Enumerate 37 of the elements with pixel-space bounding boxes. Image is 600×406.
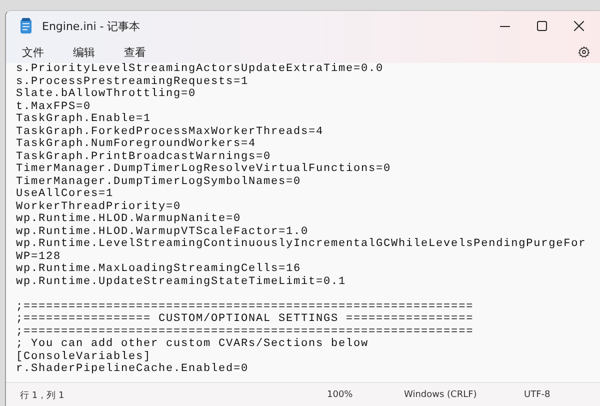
text-line: [ConsoleVariables] bbox=[16, 350, 152, 363]
text-line: wp.Runtime.LevelStreamingContinuouslyIncrementalGCWhileLevelsPendingPurgeFor bbox=[16, 238, 588, 250]
menu-item[interactable]: 编辑 bbox=[66, 42, 102, 62]
settings-button[interactable] bbox=[578, 46, 590, 58]
text-line: s.ProcessPrestreamingRequests=1 bbox=[16, 76, 250, 88]
text-line: wp.Runtime.MaxLoadingStreamingCells=16 bbox=[16, 263, 302, 276]
menu-item[interactable]: 查看 bbox=[117, 42, 153, 62]
text-line: WP=128 bbox=[16, 250, 62, 263]
text-line: r.ShaderPipelineCache.Enabled=0 bbox=[16, 363, 250, 376]
text-line: wp.Runtime.HLOD.WarmupVTScaleFactor=1.0 bbox=[16, 226, 310, 238]
text-line: TaskGraph.PrintBroadcastWarnings=0 bbox=[16, 150, 272, 163]
text-line: WorkerThreadPriority=0 bbox=[16, 200, 182, 213]
text-line: ;============================================================ bbox=[16, 326, 475, 338]
text-line: s.PriorityLevelStreamingActorsUpdateExtraTime=0.0 bbox=[16, 63, 385, 76]
line-ending: Windows (CRLF) bbox=[404, 390, 478, 400]
text-line: t.MaxFPS=0 bbox=[16, 100, 92, 113]
text-line: TaskGraph.NumForegroundWorkers=4 bbox=[16, 138, 258, 150]
notepad-icon bbox=[20, 18, 32, 34]
menu-item[interactable]: 文件 bbox=[15, 42, 51, 62]
encoding: UTF-8 bbox=[524, 390, 552, 400]
text-line: TaskGraph.ForkedProcessMaxWorkerThreads=4 bbox=[16, 126, 325, 138]
text-line: UseAllCores=1 bbox=[16, 188, 115, 200]
window-title: Engine.ini - 记事本 bbox=[42, 18, 142, 34]
text-line: wp.Runtime.UpdateStreamingStateTimeLimit=0.1 bbox=[16, 276, 348, 288]
close-icon bbox=[574, 21, 584, 31]
text-line: ;================= CUSTOM/OPTIONAL SETTINGS ================= bbox=[16, 313, 475, 326]
text-line: Slate.bAllowThrottling=0 bbox=[16, 88, 198, 100]
settings-icon bbox=[578, 46, 590, 58]
cursor-position: 行 1，列 1 bbox=[19, 390, 66, 402]
text-line: ;============================================================ bbox=[16, 300, 475, 313]
zoom-level: 100% bbox=[327, 390, 354, 400]
text-line: TaskGraph.Enable=1 bbox=[16, 113, 152, 126]
text-line: wp.Runtime.HLOD.WarmupNanite=0 bbox=[16, 213, 242, 226]
maximize-icon bbox=[536, 21, 546, 31]
text-line: ; You can add other custom CVARs/Sections below bbox=[16, 338, 370, 350]
text-line: TimerManager.DumpTimerLogSymbolNames=0 bbox=[16, 176, 302, 188]
text-line: TimerManager.DumpTimerLogResolveVirtualFunctions=0 bbox=[16, 163, 392, 176]
